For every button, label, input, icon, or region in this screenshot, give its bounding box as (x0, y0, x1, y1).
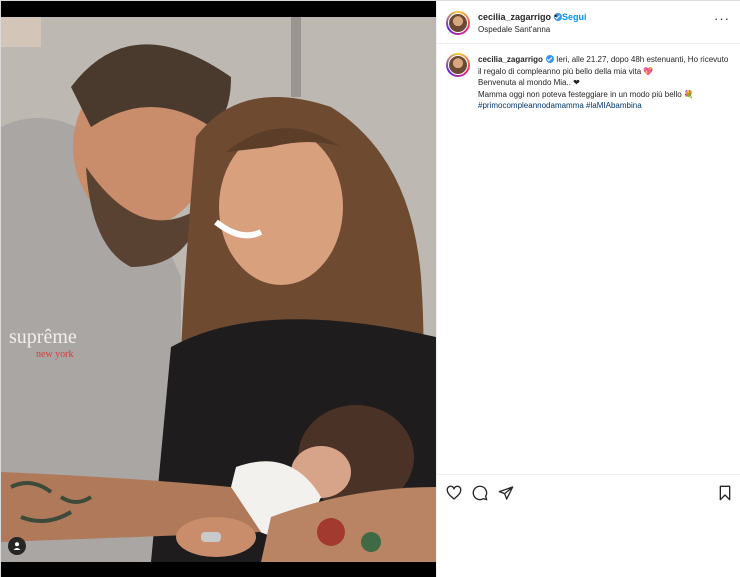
shirt-print-city: new york (36, 349, 74, 360)
caption-hashtags[interactable]: #primocompleannodamamma #laMIAbambina (478, 100, 733, 112)
post-modal: suprême new york cecilia_zagarrigo • Seg… (0, 0, 740, 577)
author-username[interactable]: cecilia_zagarrigo (478, 12, 563, 22)
photo-illustration: suprême new york (1, 17, 436, 562)
post-photo[interactable]: suprême new york (1, 17, 436, 562)
caption-avatar[interactable] (446, 53, 470, 77)
share-button[interactable] (498, 485, 514, 501)
like-button[interactable] (446, 485, 462, 501)
heart-icon (446, 485, 462, 500)
comment-button[interactable] (472, 485, 488, 501)
user-tag-button[interactable] (8, 537, 26, 555)
caption-section: cecilia_zagarrigo Ieri, alle 21.27, dopo… (437, 44, 740, 472)
header-separator: • (554, 11, 558, 21)
caption-username[interactable]: cecilia_zagarrigo (478, 55, 543, 64)
post-media: suprême new york (1, 1, 436, 577)
post-actions (437, 474, 740, 577)
save-button[interactable] (717, 485, 733, 501)
author-username-text[interactable]: cecilia_zagarrigo (478, 12, 551, 22)
bookmark-icon (719, 485, 731, 501)
author-avatar[interactable] (446, 11, 470, 35)
caption-line-3: Mamma oggi non poteva festeggiare in un … (478, 89, 694, 99)
caption-text: cecilia_zagarrigo Ieri, alle 21.27, dopo… (478, 54, 733, 112)
post-header: cecilia_zagarrigo • Segui Ospedale Sant'… (437, 1, 740, 44)
share-icon (498, 486, 514, 500)
post-side-panel: cecilia_zagarrigo • Segui Ospedale Sant'… (436, 1, 740, 577)
caption-line-2: Benvenuta al mondo Mia.. ❤ (478, 78, 580, 87)
more-options-icon[interactable]: ··· (714, 12, 730, 25)
post-location[interactable]: Ospedale Sant'anna (478, 25, 550, 34)
user-tag-icon (13, 542, 21, 550)
follow-button[interactable]: Segui (562, 12, 587, 22)
caption-verified-badge-icon (545, 55, 554, 63)
shirt-print-brand: suprême (9, 326, 77, 348)
comment-icon (472, 485, 488, 501)
